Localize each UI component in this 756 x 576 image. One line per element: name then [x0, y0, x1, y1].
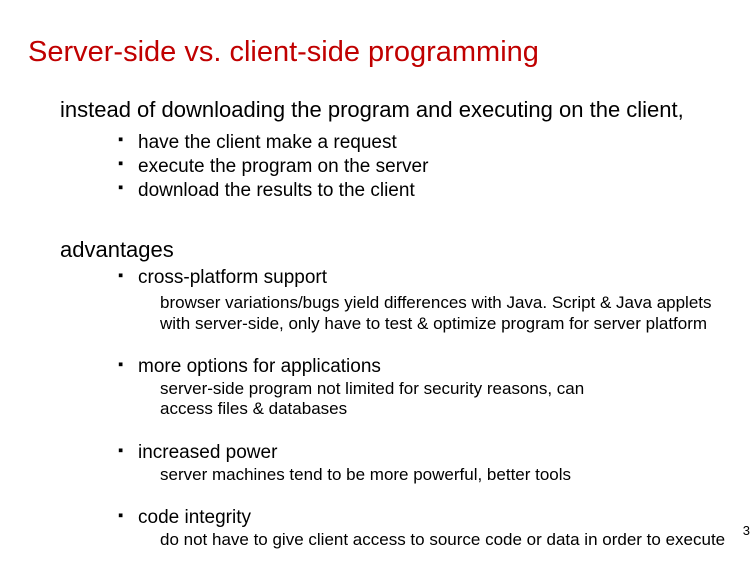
list-item: have the client make a request [118, 131, 728, 155]
sub-text: do not have to give client access to sou… [160, 530, 728, 550]
list-item: cross-platform support [118, 267, 728, 290]
list-item: more options for applications [118, 356, 728, 379]
advantages-list: code integrity [118, 507, 728, 530]
advantages-list: cross-platform support [118, 267, 728, 290]
lead-text: instead of downloading the program and e… [60, 97, 728, 123]
sub-text: with server-side, only have to test & op… [160, 314, 728, 334]
list-item: download the results to the client [118, 179, 728, 203]
list-item: execute the program on the server [118, 155, 728, 179]
advantages-list: increased power [118, 442, 728, 465]
sub-text: server machines tend to be more powerful… [160, 465, 728, 485]
sub-text: server-side program not limited for secu… [160, 379, 728, 420]
intro-bullets: have the client make a request execute t… [118, 131, 728, 202]
list-item: increased power [118, 442, 728, 465]
slide-content: Server-side vs. client-side programming … [0, 0, 756, 550]
sub-text: browser variations/bugs yield difference… [160, 293, 728, 313]
advantages-list: more options for applications [118, 356, 728, 379]
advantages-heading: advantages [60, 237, 728, 263]
slide-title: Server-side vs. client-side programming [28, 36, 728, 69]
page-number: 3 [743, 523, 750, 538]
list-item: code integrity [118, 507, 728, 530]
